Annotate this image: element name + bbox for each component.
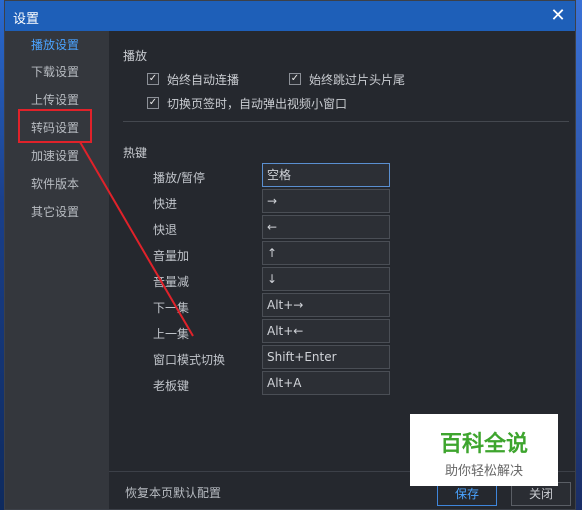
- watermark-subtitle: 助你轻松解决: [444, 464, 523, 479]
- watermark-logo: 百科全说 助你轻松解决: [410, 414, 558, 486]
- watermark-title: 百科全说: [439, 432, 528, 457]
